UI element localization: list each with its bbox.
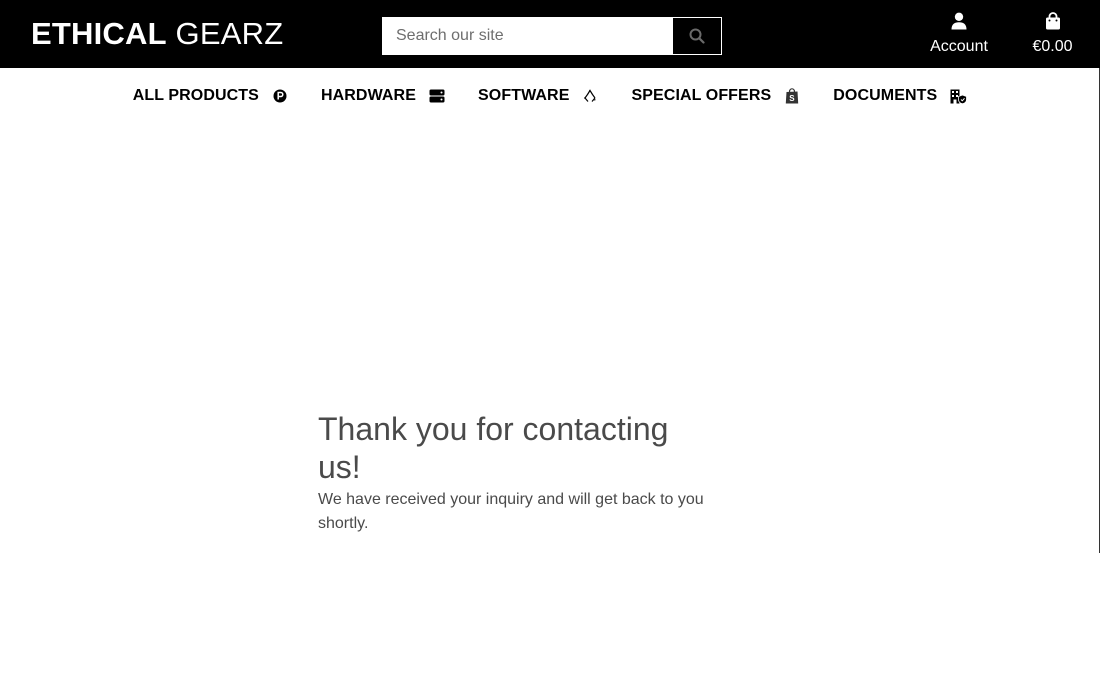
site-header: ETHICAL GEARZ Account: [0, 0, 1100, 68]
search-button[interactable]: [672, 17, 722, 55]
nav-all-products[interactable]: ALL PRODUCTS: [133, 87, 289, 105]
confirmation-message: We have received your inquiry and will g…: [318, 491, 704, 532]
search-icon: [689, 28, 705, 44]
nav-special-offers[interactable]: SPECIAL OFFERS S: [631, 87, 801, 105]
nav-software-label: SOFTWARE: [478, 87, 570, 104]
site-logo[interactable]: ETHICAL GEARZ: [31, 14, 283, 54]
search-form: [382, 17, 722, 55]
recycle-icon: [581, 87, 599, 105]
cart-link[interactable]: €0.00: [1020, 12, 1085, 58]
server-icon: [428, 87, 446, 105]
logo-light-text: GEARZ: [166, 16, 284, 51]
nav-hardware-label: HARDWARE: [320, 87, 416, 104]
shopping-bag-icon: [1020, 12, 1085, 34]
page: ETHICAL GEARZ Account: [0, 0, 1100, 683]
nav-documents-label: DOCUMENTS: [833, 87, 938, 104]
nav-all-products-label: ALL PRODUCTS: [132, 87, 259, 104]
nav-software[interactable]: SOFTWARE: [478, 87, 599, 105]
building-shield-icon: [949, 87, 967, 105]
product-badge-icon: [271, 87, 289, 105]
confirmation-content: Thank you for contacting us! We have rec…: [318, 410, 718, 536]
user-icon: [920, 12, 998, 34]
nav-special-offers-label: SPECIAL OFFERS: [631, 87, 772, 104]
nav-hardware[interactable]: HARDWARE: [321, 87, 446, 105]
account-label: Account: [930, 38, 988, 55]
search-input[interactable]: [383, 18, 672, 54]
page-title: Thank you for contacting us!: [318, 411, 669, 485]
main-nav: ALL PRODUCTS HARDWARE SOFTWARE SPECIAL O…: [0, 68, 1100, 124]
nav-documents[interactable]: DOCUMENTS: [833, 87, 967, 105]
account-link[interactable]: Account: [920, 12, 998, 58]
logo-bold-text: ETHICAL: [31, 16, 167, 51]
shopify-bag-icon: S: [783, 87, 801, 105]
cart-total: €0.00: [1032, 38, 1073, 55]
svg-text:S: S: [790, 94, 796, 103]
